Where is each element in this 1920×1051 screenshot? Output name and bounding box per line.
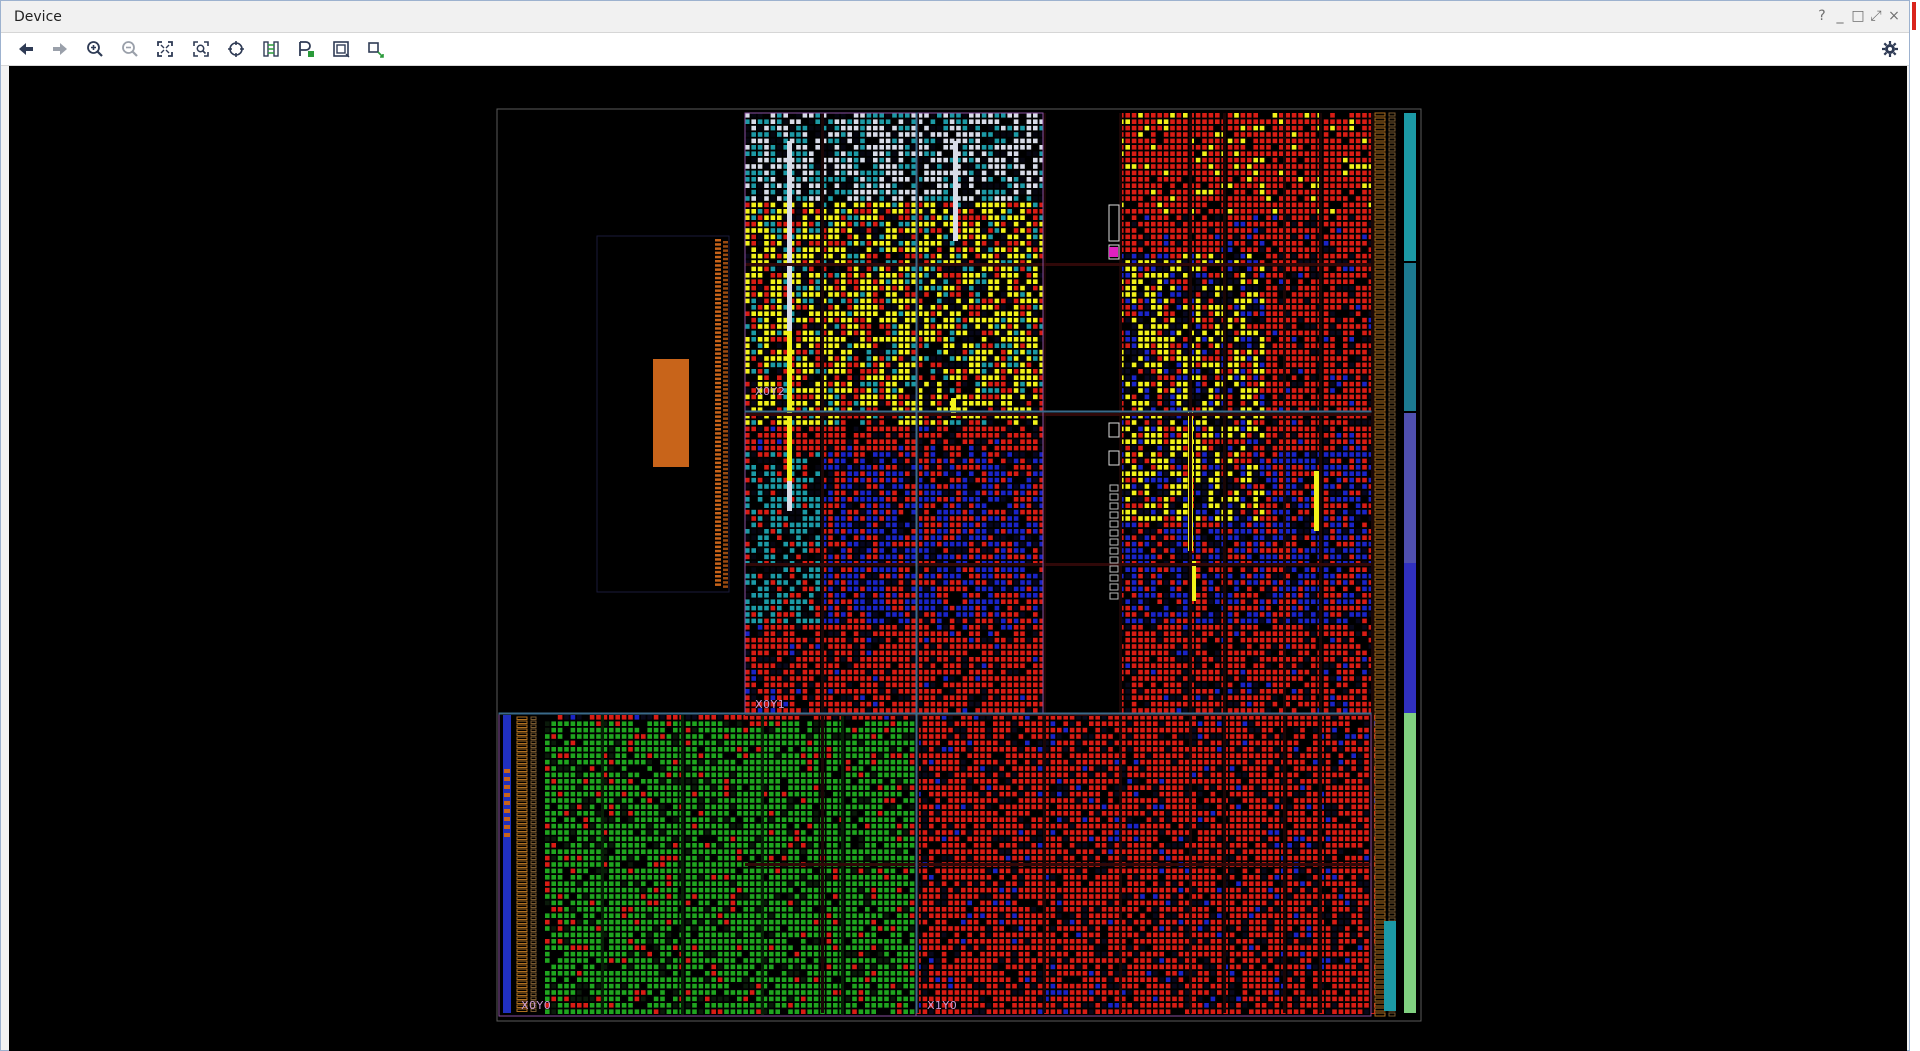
zoom-out-icon xyxy=(122,41,138,57)
show-io-connections-button[interactable] xyxy=(363,37,389,61)
routing-icon xyxy=(263,41,279,57)
region-label-x0y0: X0Y0 xyxy=(521,999,552,1012)
target-icon xyxy=(228,41,244,57)
cell-connections-icon xyxy=(333,41,350,58)
device-canvas[interactable]: X0Y2 X0Y1 X0Y0 X1Y0 xyxy=(9,66,1907,1051)
help-icon[interactable]: ? xyxy=(1813,8,1831,24)
show-cell-connections-button[interactable] xyxy=(328,37,354,61)
device-floorplan[interactable] xyxy=(9,66,1907,1051)
maximize-icon[interactable]: □ xyxy=(1849,8,1867,24)
minimize-icon[interactable]: _ xyxy=(1831,8,1849,24)
edge-accent xyxy=(1912,2,1916,30)
io-block xyxy=(653,359,689,467)
zoom-out-button[interactable] xyxy=(117,37,143,61)
autofit-selection-button[interactable] xyxy=(223,37,249,61)
zoom-area-icon xyxy=(193,41,209,57)
pblock-icon xyxy=(299,41,314,57)
forward-button[interactable] xyxy=(47,37,73,61)
arrow-left-icon xyxy=(19,43,33,55)
region-label-x0y2: X0Y2 xyxy=(755,385,786,398)
device-window: Device ? _ □ ⤢ × X0Y2 X0Y1 X0Y0 X1Y0 xyxy=(0,0,1910,1051)
zoom-in-button[interactable] xyxy=(82,37,108,61)
region-label-x0y1: X0Y1 xyxy=(755,698,786,711)
window-edge xyxy=(1910,0,1920,1051)
back-button[interactable] xyxy=(13,37,39,61)
settings-button[interactable] xyxy=(1877,37,1903,61)
region-label-x1y0: X1Y0 xyxy=(927,999,958,1012)
arrow-right-icon xyxy=(53,43,67,55)
zoom-in-icon xyxy=(87,41,103,57)
io-connections-icon xyxy=(368,42,384,58)
device-toolbar xyxy=(1,33,1909,66)
pblock-button[interactable] xyxy=(293,37,319,61)
zoom-selection-button[interactable] xyxy=(188,37,214,61)
gear-icon xyxy=(1882,41,1898,57)
window-title: Device xyxy=(14,9,62,25)
fit-icon xyxy=(157,41,173,57)
close-icon[interactable]: × xyxy=(1885,8,1903,24)
window-titlebar: Device ? _ □ ⤢ × xyxy=(1,1,1909,33)
zoom-fit-button[interactable] xyxy=(152,37,178,61)
float-icon[interactable]: ⤢ xyxy=(1867,8,1885,24)
routing-resources-button[interactable] xyxy=(258,37,284,61)
